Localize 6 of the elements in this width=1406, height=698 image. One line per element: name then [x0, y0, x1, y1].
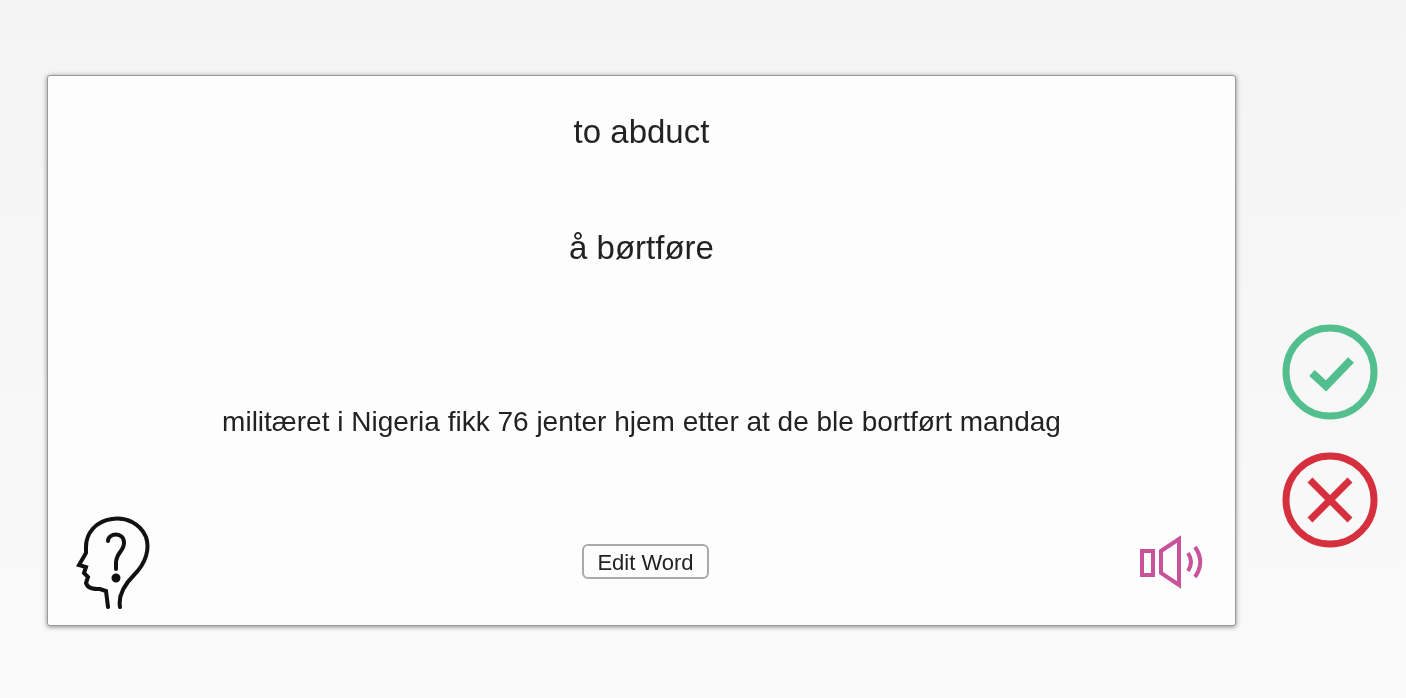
- word-text: to abduct: [573, 112, 710, 152]
- wrong-button[interactable]: [1281, 451, 1379, 549]
- translation-text: å børtføre: [569, 228, 714, 268]
- edit-word-button[interactable]: Edit Word: [582, 544, 709, 579]
- example-sentence: militæret i Nigeria fikk 76 jenter hjem etter at de ble bortført mandag: [222, 405, 1061, 439]
- head-question-icon[interactable]: [76, 515, 152, 609]
